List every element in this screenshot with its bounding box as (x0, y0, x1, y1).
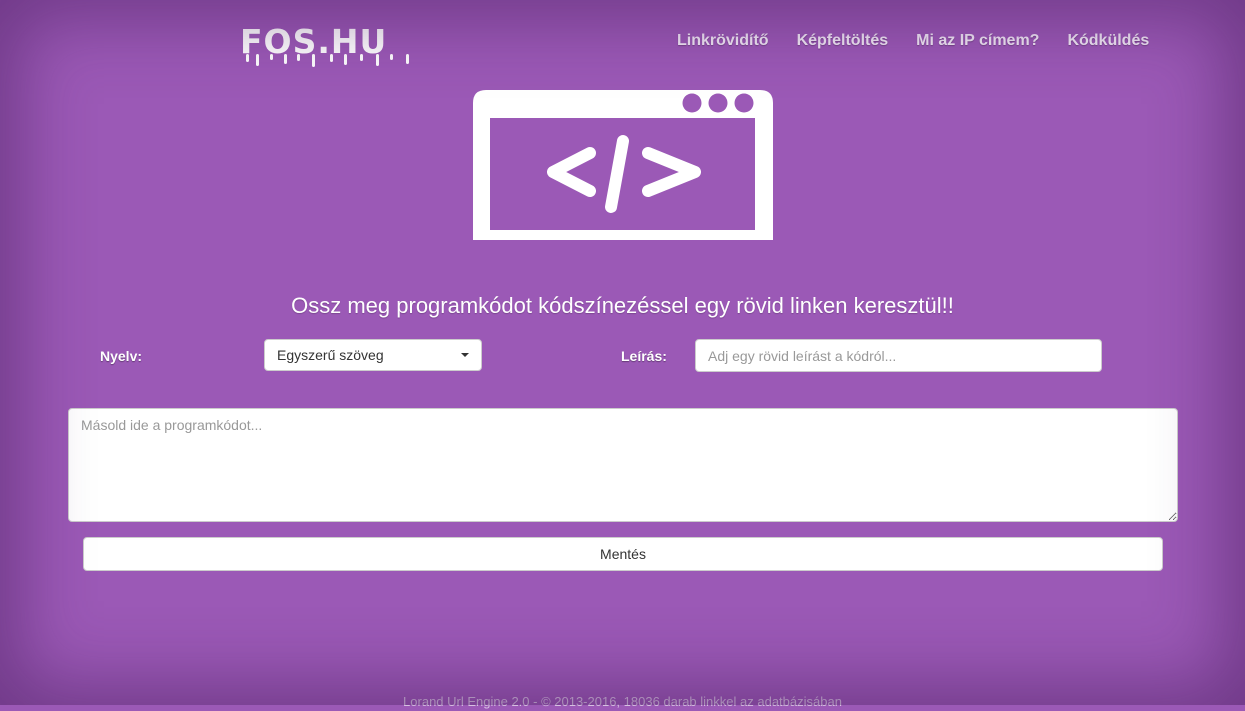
language-label: Nyelv: (100, 348, 143, 364)
language-select[interactable]: Egyszerű szöveg (264, 339, 482, 371)
top-navigation: Linkrövidítő Képfeltöltés Mi az IP címem… (663, 31, 1163, 51)
site-logo[interactable]: FOS.HU (240, 24, 422, 68)
nav-link-my-ip[interactable]: Mi az IP címem? (902, 31, 1053, 51)
description-input[interactable] (695, 339, 1102, 372)
nav-link-shortener[interactable]: Linkrövidítő (663, 31, 783, 51)
save-button[interactable]: Mentés (83, 537, 1163, 571)
code-window-icon (473, 90, 773, 240)
caret-down-icon (461, 353, 469, 357)
code-textarea[interactable] (68, 408, 1178, 522)
logo-drips-icon (246, 54, 409, 67)
page-headline: Ossz meg programkódot kódszínezéssel egy… (291, 293, 954, 318)
nav-link-image-upload[interactable]: Képfeltöltés (783, 31, 903, 51)
language-select-value: Egyszerű szöveg (277, 347, 384, 363)
footer-text: Lorand Url Engine 2.0 - © 2013-2016, 180… (403, 694, 842, 709)
description-label: Leírás: (621, 348, 667, 364)
nav-link-code-share[interactable]: Kódküldés (1053, 31, 1163, 51)
